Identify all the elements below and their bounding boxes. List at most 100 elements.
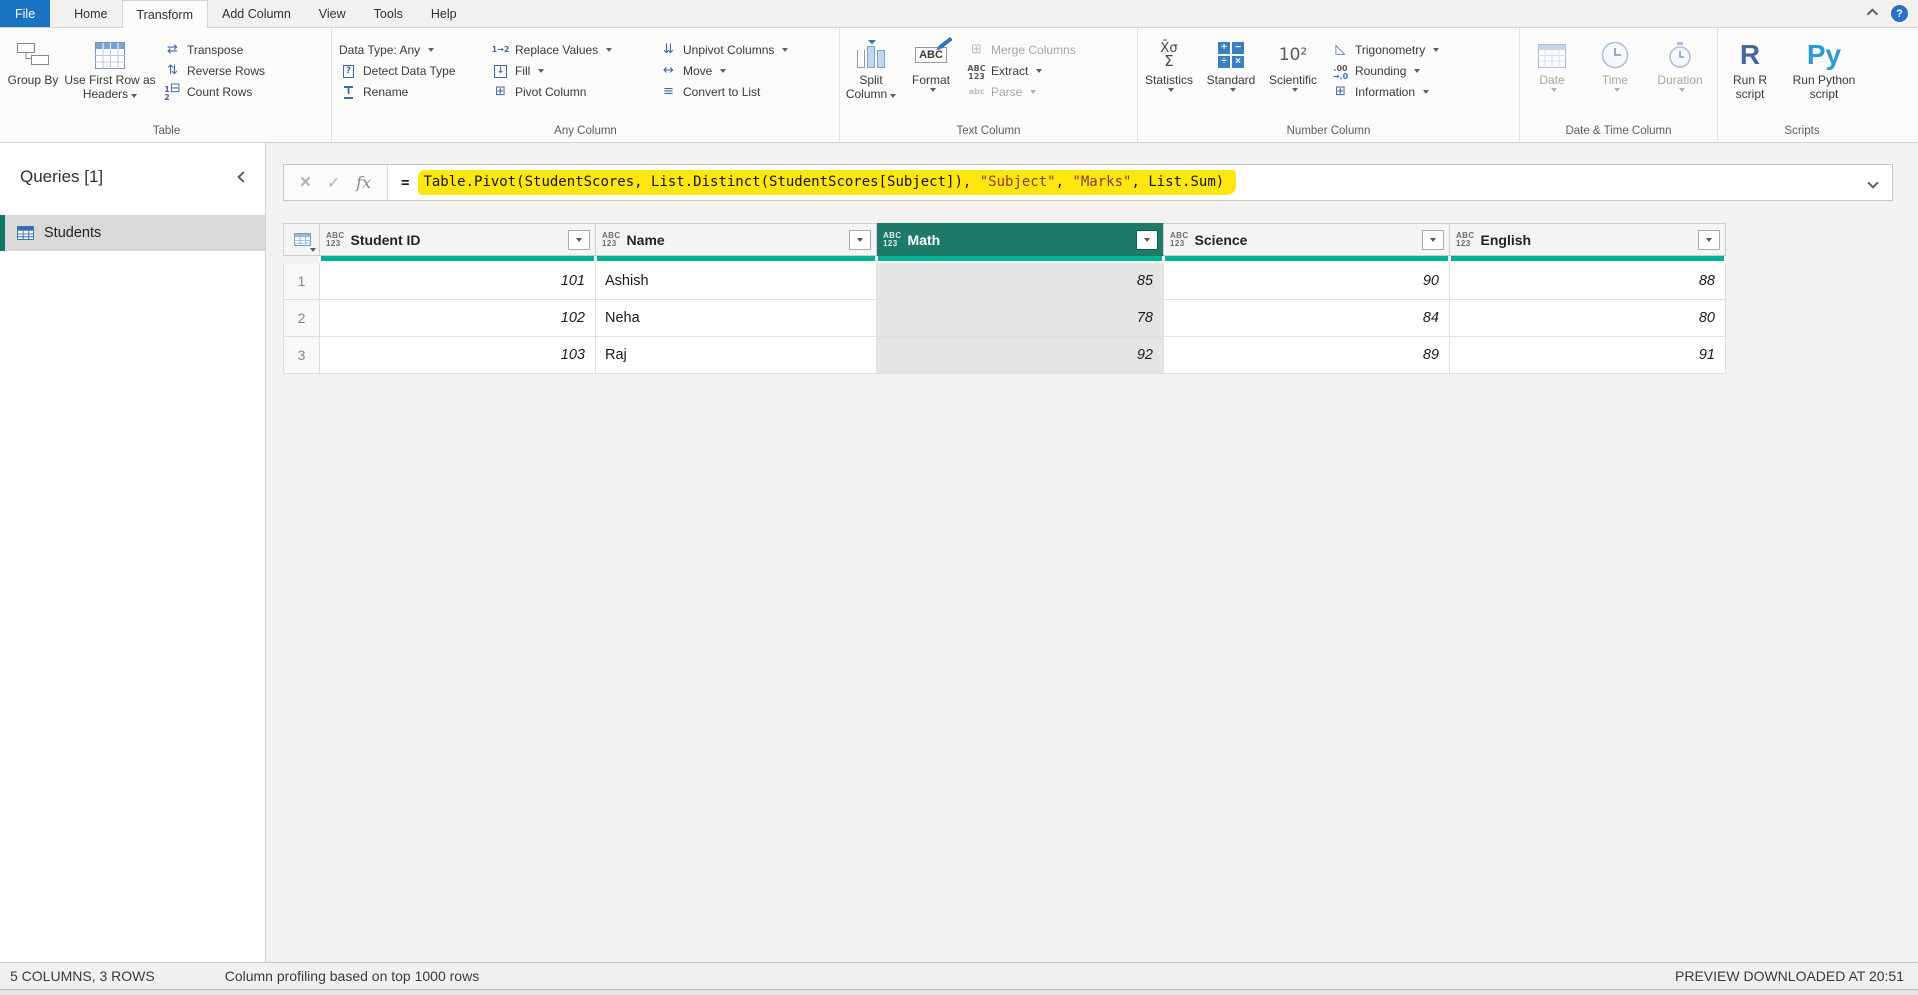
- column-header-english[interactable]: ABC123 English: [1450, 223, 1726, 256]
- transpose-button[interactable]: ⇄ Transpose: [156, 39, 306, 60]
- collapse-ribbon-icon[interactable]: [1867, 8, 1878, 19]
- data-preview-grid: ABC123 Student ID ABC123 Name ABC123 Mat…: [283, 223, 1726, 374]
- column-header-science[interactable]: ABC123 Science: [1164, 223, 1450, 256]
- tab-transform[interactable]: Transform: [122, 0, 209, 28]
- data-type-abc123-icon: ABC123: [602, 232, 621, 248]
- cell-name[interactable]: Ashish: [596, 263, 877, 300]
- convert-to-list-icon: ≡: [659, 85, 678, 98]
- use-first-row-as-headers-button[interactable]: Use First Row as Headers: [64, 32, 156, 101]
- cell-student-id[interactable]: 103: [320, 337, 596, 374]
- pivot-column-button[interactable]: ⊞ Pivot Column: [484, 81, 652, 102]
- trigonometry-button[interactable]: ◺ Trigonometry: [1324, 39, 1482, 60]
- formula-bar: × ✓ fx = Table.Pivot(StudentScores, List…: [283, 164, 1893, 201]
- run-r-script-button[interactable]: R Run R script: [1718, 32, 1782, 101]
- filter-button-student-id[interactable]: [568, 230, 590, 250]
- row-number[interactable]: 2: [283, 300, 320, 337]
- scientific-icon: 10²: [1279, 36, 1307, 74]
- table-menu-caret: [310, 248, 316, 252]
- dropdown-caret: [1036, 69, 1042, 73]
- cancel-formula-icon[interactable]: ×: [300, 173, 311, 192]
- cell-science[interactable]: 90: [1164, 263, 1450, 300]
- ribbon-group-table: Group By Use First Row as Headers ⇄ Tran…: [2, 28, 332, 142]
- extract-button[interactable]: ABC123 Extract: [960, 60, 1128, 81]
- ribbon-group-any-column: Data Type: Any ? Detect Data Type I Rena…: [332, 28, 840, 142]
- cell-science[interactable]: 89: [1164, 337, 1450, 374]
- tab-home[interactable]: Home: [60, 0, 121, 27]
- python-script-icon: Py: [1807, 36, 1841, 74]
- fill-button[interactable]: ↓ Fill: [484, 60, 652, 81]
- status-columns-rows: 5 COLUMNS, 3 ROWS: [10, 968, 155, 984]
- statistics-button[interactable]: X̄σΣ Statistics: [1138, 32, 1200, 92]
- split-column-button[interactable]: Split Column: [840, 32, 902, 101]
- help-button[interactable]: ?: [1891, 5, 1908, 22]
- date-button: Date: [1520, 32, 1584, 92]
- tab-view[interactable]: View: [305, 0, 360, 27]
- information-button[interactable]: ⊞ Information: [1324, 81, 1482, 102]
- split-column-icon: [854, 36, 888, 74]
- run-python-script-button[interactable]: Py Run Python script: [1782, 32, 1866, 101]
- tab-help[interactable]: Help: [417, 0, 471, 27]
- parse-button: abc Parse: [960, 81, 1128, 102]
- rename-button[interactable]: I Rename: [332, 81, 484, 102]
- reverse-rows-button[interactable]: ⇅ Reverse Rows: [156, 60, 306, 81]
- cell-student-id[interactable]: 101: [320, 263, 596, 300]
- cell-name[interactable]: Raj: [596, 337, 877, 374]
- cell-english[interactable]: 88: [1450, 263, 1726, 300]
- dropdown-caret: [930, 88, 936, 92]
- duration-button: Duration: [1646, 32, 1714, 92]
- select-all-button[interactable]: [283, 223, 320, 256]
- merge-columns-icon: ⊞: [967, 43, 986, 56]
- expand-formula-bar-button[interactable]: [1854, 165, 1892, 200]
- column-quality-row: [283, 256, 1726, 263]
- cell-math[interactable]: 85: [877, 263, 1164, 300]
- replace-values-button[interactable]: 1→2 Replace Values: [484, 39, 652, 60]
- cell-math[interactable]: 78: [877, 300, 1164, 337]
- cell-science[interactable]: 84: [1164, 300, 1450, 337]
- dropdown-caret: [1168, 88, 1174, 92]
- commit-formula-icon[interactable]: ✓: [327, 173, 340, 192]
- cell-english[interactable]: 80: [1450, 300, 1726, 337]
- query-item-label: Students: [44, 225, 101, 241]
- standard-button[interactable]: +−÷× Standard: [1200, 32, 1262, 92]
- filter-button-english[interactable]: [1698, 230, 1720, 250]
- column-header-name[interactable]: ABC123 Name: [596, 223, 877, 256]
- cell-name[interactable]: Neha: [596, 300, 877, 337]
- status-profiling-info[interactable]: Column profiling based on top 1000 rows: [225, 968, 480, 984]
- dropdown-caret: [606, 48, 612, 52]
- row-number[interactable]: 3: [283, 337, 320, 374]
- convert-to-list-button[interactable]: ≡ Convert to List: [652, 81, 838, 102]
- row-number[interactable]: 1: [283, 263, 320, 300]
- cell-student-id[interactable]: 102: [320, 300, 596, 337]
- move-button[interactable]: ↔ Move: [652, 60, 838, 81]
- collapse-queries-pane-icon[interactable]: [237, 171, 248, 182]
- fill-icon: ↓: [491, 63, 510, 78]
- dropdown-caret: [782, 48, 788, 52]
- scientific-button[interactable]: 10² Scientific: [1262, 32, 1324, 92]
- tab-add-column[interactable]: Add Column: [208, 0, 305, 27]
- fx-icon[interactable]: fx: [356, 173, 371, 192]
- unpivot-columns-button[interactable]: ⇊ Unpivot Columns: [652, 39, 838, 60]
- extract-icon: ABC123: [967, 61, 986, 81]
- cell-math[interactable]: 92: [877, 337, 1164, 374]
- cell-english[interactable]: 91: [1450, 337, 1726, 374]
- formula-input[interactable]: = Table.Pivot(StudentScores, List.Distin…: [388, 165, 1854, 200]
- group-by-button[interactable]: Group By: [2, 32, 64, 88]
- query-item-students[interactable]: Students: [0, 215, 265, 251]
- format-button[interactable]: ABC Format: [902, 32, 960, 92]
- ribbon-group-number-column: X̄σΣ Statistics +−÷× Standard 10²: [1138, 28, 1520, 142]
- status-bar: 5 COLUMNS, 3 ROWS Column profiling based…: [0, 962, 1918, 995]
- quality-bar-name: [596, 256, 877, 263]
- filter-button-science[interactable]: [1422, 230, 1444, 250]
- count-rows-button[interactable]: 12⊟ Count Rows: [156, 81, 306, 102]
- detect-data-type-button[interactable]: ? Detect Data Type: [332, 60, 484, 81]
- column-header-math[interactable]: ABC123 Math: [877, 223, 1164, 256]
- queries-panel: Queries [1] Students: [0, 143, 266, 962]
- filter-button-math[interactable]: [1136, 230, 1158, 250]
- filter-button-name[interactable]: [849, 230, 871, 250]
- tab-tools[interactable]: Tools: [360, 0, 417, 27]
- tab-file[interactable]: File: [0, 0, 50, 27]
- column-header-student-id[interactable]: ABC123 Student ID: [320, 223, 596, 256]
- data-type-button[interactable]: Data Type: Any: [332, 39, 484, 60]
- rounding-button[interactable]: .00→.0 Rounding: [1324, 60, 1482, 81]
- power-query-editor-window: File Home Transform Add Column View Tool…: [0, 0, 1918, 995]
